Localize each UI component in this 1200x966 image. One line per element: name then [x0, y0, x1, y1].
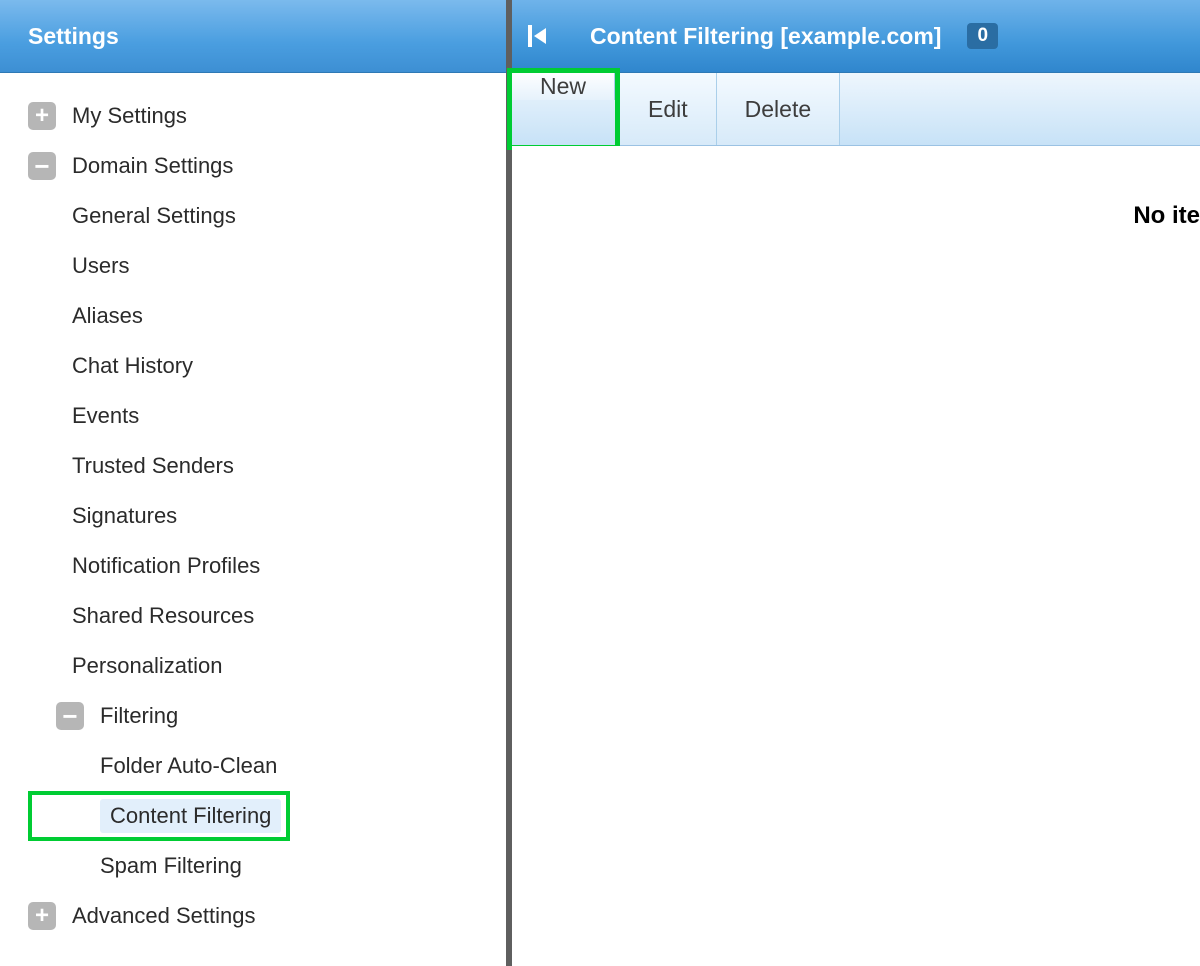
tree-item-content-filtering[interactable]: Content Filtering — [28, 791, 290, 841]
expand-icon[interactable] — [28, 902, 56, 930]
tree-item-filtering[interactable]: Filtering — [28, 691, 496, 741]
collapse-icon[interactable] — [56, 702, 84, 730]
button-label: New — [540, 73, 586, 100]
main-header: Content Filtering [example.com] 0 — [512, 0, 1200, 73]
tree-item-folder-auto-clean[interactable]: Folder Auto-Clean — [28, 741, 496, 791]
tree-item-chat-history[interactable]: Chat History — [28, 341, 496, 391]
tree-item-shared-resources[interactable]: Shared Resources — [28, 591, 496, 641]
tree-label: Personalization — [72, 653, 222, 679]
tree-label: Chat History — [72, 353, 193, 379]
tree-label: Domain Settings — [72, 153, 233, 179]
tree-label: General Settings — [72, 203, 236, 229]
tree-item-notification-profiles[interactable]: Notification Profiles — [28, 541, 496, 591]
tree-item-users[interactable]: Users — [28, 241, 496, 291]
button-label: Delete — [745, 96, 811, 123]
tree-label: Folder Auto-Clean — [100, 753, 277, 779]
tree-label: Shared Resources — [72, 603, 254, 629]
tree-label: Aliases — [72, 303, 143, 329]
expand-icon[interactable] — [28, 102, 56, 130]
toolbar: New Edit Delete — [512, 73, 1200, 146]
tree-item-aliases[interactable]: Aliases — [28, 291, 496, 341]
tree-item-domain-settings[interactable]: Domain Settings — [28, 141, 496, 191]
tree-item-advanced-settings[interactable]: Advanced Settings — [28, 891, 496, 941]
tree-label: Filtering — [100, 703, 178, 729]
new-button[interactable]: New — [512, 73, 615, 100]
collapse-sidebar-icon[interactable] — [528, 25, 546, 47]
edit-button[interactable]: Edit — [620, 73, 717, 145]
settings-tree: My Settings Domain Settings General Sett… — [0, 73, 506, 966]
tree-item-spam-filtering[interactable]: Spam Filtering — [28, 841, 496, 891]
sidebar-title-text: Settings — [28, 23, 119, 50]
tree-label: Content Filtering — [100, 799, 281, 833]
tree-item-my-settings[interactable]: My Settings — [28, 91, 496, 141]
item-count-badge: 0 — [967, 23, 998, 49]
main-title: Content Filtering [example.com] — [590, 23, 941, 50]
tree-label: My Settings — [72, 103, 187, 129]
tree-item-personalization[interactable]: Personalization — [28, 641, 496, 691]
main-panel: Content Filtering [example.com] 0 New Ed… — [512, 0, 1200, 966]
tree-label: Advanced Settings — [72, 903, 255, 929]
tree-label: Trusted Senders — [72, 453, 234, 479]
settings-sidebar: Settings My Settings Domain Settings Gen… — [0, 0, 512, 966]
tree-label: Spam Filtering — [100, 853, 242, 879]
tree-label: Users — [72, 253, 129, 279]
tree-item-trusted-senders[interactable]: Trusted Senders — [28, 441, 496, 491]
highlight-box-new: New — [507, 68, 620, 150]
tree-label: Events — [72, 403, 139, 429]
button-label: Edit — [648, 96, 688, 123]
content-area: No ite — [512, 146, 1200, 966]
collapse-icon[interactable] — [28, 152, 56, 180]
sidebar-title: Settings — [0, 0, 506, 73]
tree-item-general-settings[interactable]: General Settings — [28, 191, 496, 241]
tree-item-events[interactable]: Events — [28, 391, 496, 441]
tree-label: Notification Profiles — [72, 553, 260, 579]
tree-item-signatures[interactable]: Signatures — [28, 491, 496, 541]
delete-button[interactable]: Delete — [717, 73, 840, 145]
empty-message: No ite — [1133, 202, 1200, 230]
tree-label: Signatures — [72, 503, 177, 529]
